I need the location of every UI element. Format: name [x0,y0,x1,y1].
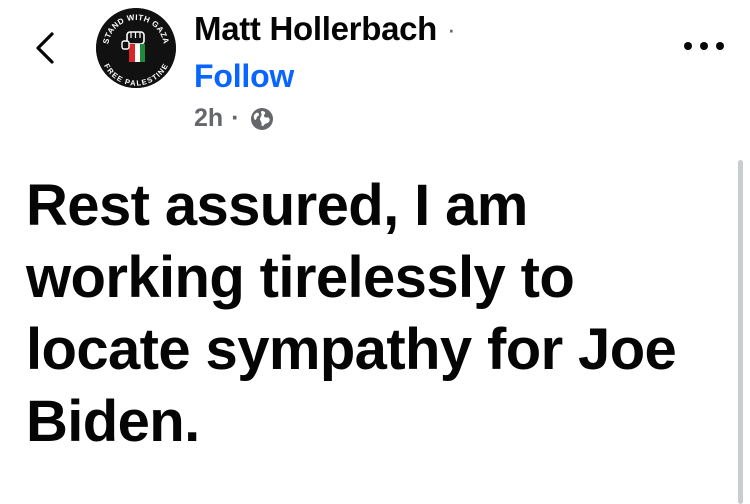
avatar-image: STAND WITH GAZA FREE PALESTINE [96,8,176,88]
more-options-icon-dot [716,42,724,50]
globe-icon[interactable] [249,106,275,132]
post-text: Rest assured, I am working tirelessly to… [26,173,677,454]
scrollbar[interactable] [738,160,743,504]
chevron-left-icon [36,32,54,64]
name-separator: · [447,13,456,44]
timestamp[interactable]: 2h [194,104,223,133]
more-options-button[interactable] [684,36,724,56]
follow-button[interactable]: Follow [194,58,294,95]
avatar[interactable]: STAND WITH GAZA FREE PALESTINE [96,8,176,88]
post-meta: 2h · [194,104,275,133]
more-options-icon [684,42,692,50]
more-options-icon-dot [700,42,708,50]
back-button[interactable] [30,30,60,66]
author-row: Matt Hollerbach · [194,10,456,48]
meta-separator: · [231,104,240,132]
author-name[interactable]: Matt Hollerbach [194,10,437,48]
